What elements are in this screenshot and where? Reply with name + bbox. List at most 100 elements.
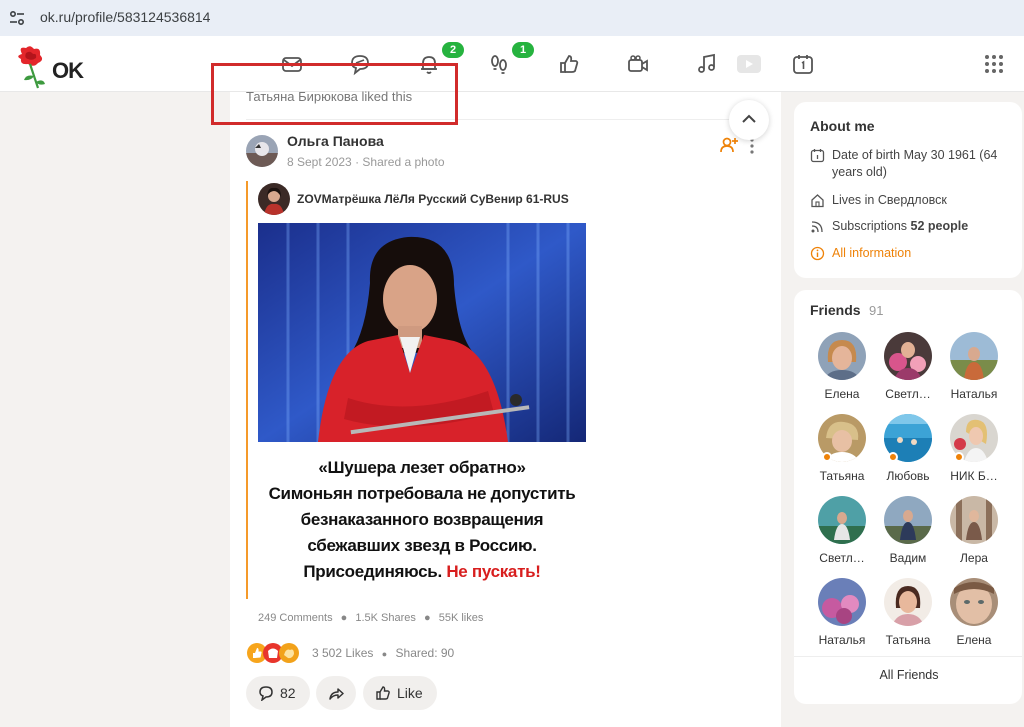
subscriptions-value: 52 people	[910, 219, 969, 233]
friend-avatar	[950, 496, 998, 544]
friend-avatar	[818, 332, 866, 380]
calendar-icon	[810, 149, 825, 163]
rss-icon	[811, 221, 823, 233]
friend-name: Наталья	[818, 633, 866, 647]
friend-item[interactable]: Наталья	[942, 332, 1006, 408]
friends-count: 91	[869, 303, 884, 318]
thumbs-up-icon	[376, 686, 390, 700]
subscriptions-row[interactable]: Subscriptions 52 people	[810, 218, 1020, 236]
all-information-link[interactable]: All information	[810, 245, 1020, 263]
like-button[interactable]: Like	[363, 676, 437, 710]
likes-count[interactable]: 55K likes	[439, 612, 484, 624]
friend-avatar	[884, 578, 932, 626]
friend-avatar	[950, 332, 998, 380]
friend-item[interactable]: Светл…	[876, 332, 940, 408]
scroll-to-top-button[interactable]	[729, 100, 769, 140]
lives-row: Lives in Свердловск	[810, 192, 1020, 210]
shares-count[interactable]: 1.5K Shares	[355, 612, 416, 624]
thumbs-up-icon[interactable]	[557, 52, 581, 76]
post-author[interactable]: Ольга Панова	[287, 133, 384, 149]
info-icon	[810, 246, 825, 261]
all-friends-link[interactable]: All Friends	[794, 668, 1024, 682]
birth-row: Date of birth May 30 1961 (64 years old)	[810, 147, 1020, 183]
birth-date: Date of birth May 30 1961 (64 years old)	[832, 148, 998, 179]
video-play-icon[interactable]	[736, 52, 762, 76]
post-action: Shared a photo	[362, 155, 445, 169]
friend-item[interactable]: Татьяна	[810, 414, 874, 490]
stats-dot: ●	[423, 612, 431, 624]
browser-url-bar[interactable]: ok.ru/profile/583124536814	[0, 0, 1024, 36]
home-icon	[811, 194, 824, 208]
share-arrow-icon	[329, 688, 344, 700]
comment-button[interactable]: 82	[246, 676, 310, 710]
photo-image	[258, 223, 586, 442]
photo-caption: «Шушера лезет обратно» Симоньян потребов…	[258, 455, 586, 585]
calendar-icon[interactable]	[791, 52, 815, 76]
friend-item[interactable]: Любовь	[876, 414, 940, 490]
author-avatar[interactable]	[246, 135, 278, 167]
friend-name: Любовь	[886, 469, 930, 483]
more-options-icon[interactable]	[749, 138, 755, 154]
comments-count[interactable]: 249 Comments	[258, 612, 333, 624]
top-navigation: OK 2 1	[0, 36, 1024, 92]
share-button[interactable]	[316, 676, 356, 710]
friend-item[interactable]: Наталья	[810, 578, 874, 654]
friend-avatar	[818, 496, 866, 544]
online-indicator	[888, 452, 898, 462]
comment-icon	[259, 686, 273, 701]
post-meta: 8 Sept 2023 · Shared a photo	[287, 155, 445, 169]
caption-red-text: Не пускать!	[446, 562, 541, 581]
post-date[interactable]: 8 Sept 2023	[287, 155, 352, 169]
online-indicator	[822, 452, 832, 462]
about-title: About me	[810, 118, 875, 134]
friend-item[interactable]: Светл…	[810, 496, 874, 572]
shared-count[interactable]: Shared: 90	[396, 646, 455, 660]
friend-name: Светл…	[885, 387, 931, 401]
friend-name: Светл…	[819, 551, 865, 565]
repost-indicator-line	[246, 181, 248, 599]
stats-dot: ●	[340, 612, 348, 624]
feed-post: Татьяна Бирюкова liked this Ольга Панова…	[230, 89, 781, 727]
friend-name: Татьяна	[885, 633, 931, 647]
friend-avatar	[818, 578, 866, 626]
friends-title[interactable]: Friends	[810, 302, 861, 318]
ok-logo[interactable]: OK	[12, 44, 92, 90]
friend-name: Елена	[956, 633, 992, 647]
video-camera-icon[interactable]	[626, 52, 650, 76]
online-indicator	[954, 452, 964, 462]
reactions-summary: 3 502 Likes ● Shared: 90	[312, 646, 454, 660]
original-author[interactable]: ZOVМатрёшка ЛёЛя Русский СуВенир 61-RUS	[297, 192, 569, 206]
comment-count: 82	[280, 685, 296, 701]
friend-avatar	[884, 332, 932, 380]
friend-name: Лера	[960, 551, 988, 565]
friend-item[interactable]: Татьяна	[876, 578, 940, 654]
original-author-avatar[interactable]	[258, 183, 290, 215]
friend-item[interactable]: Лера	[942, 496, 1006, 572]
url-text[interactable]: ok.ru/profile/583124536814	[40, 9, 210, 25]
reactions-icons[interactable]	[246, 642, 306, 664]
subscriptions-text: Subscriptions 52 people	[832, 218, 1012, 235]
music-icon[interactable]	[695, 52, 719, 76]
friend-item[interactable]: НИК Б…	[942, 414, 1006, 490]
friend-name: Татьяна	[819, 469, 865, 483]
friend-avatar	[950, 578, 998, 626]
original-post-stats: 249 Comments ● 1.5K Shares ● 55K likes	[258, 612, 483, 624]
reactions-likes[interactable]: 3 502 Likes	[312, 646, 373, 660]
caption-line-2: Симоньян потребовала не допустить	[268, 484, 576, 503]
guests-badge[interactable]: 1	[512, 42, 534, 58]
footprints-icon[interactable]	[487, 52, 511, 76]
stats-dot: ●	[381, 649, 388, 659]
friend-item[interactable]: Елена	[810, 332, 874, 408]
subscriptions-label: Subscriptions	[832, 219, 908, 233]
caption-line-1: «Шушера лезет обратно»	[318, 458, 526, 477]
lives-in: Lives in Свердловск	[832, 193, 947, 207]
caption-line-5: Присоединяюсь. Не пускать!	[258, 559, 586, 585]
site-settings-icon[interactable]	[8, 9, 26, 27]
apps-grid-icon[interactable]	[984, 54, 1004, 74]
shared-photo[interactable]: «Шушера лезет обратно» Симоньян потребов…	[258, 223, 586, 605]
notifications-badge[interactable]: 2	[442, 42, 464, 58]
carnation-icon	[18, 46, 45, 89]
chevron-up-icon	[742, 114, 756, 123]
friend-item[interactable]: Елена	[942, 578, 1006, 654]
friend-item[interactable]: Вадим	[876, 496, 940, 572]
